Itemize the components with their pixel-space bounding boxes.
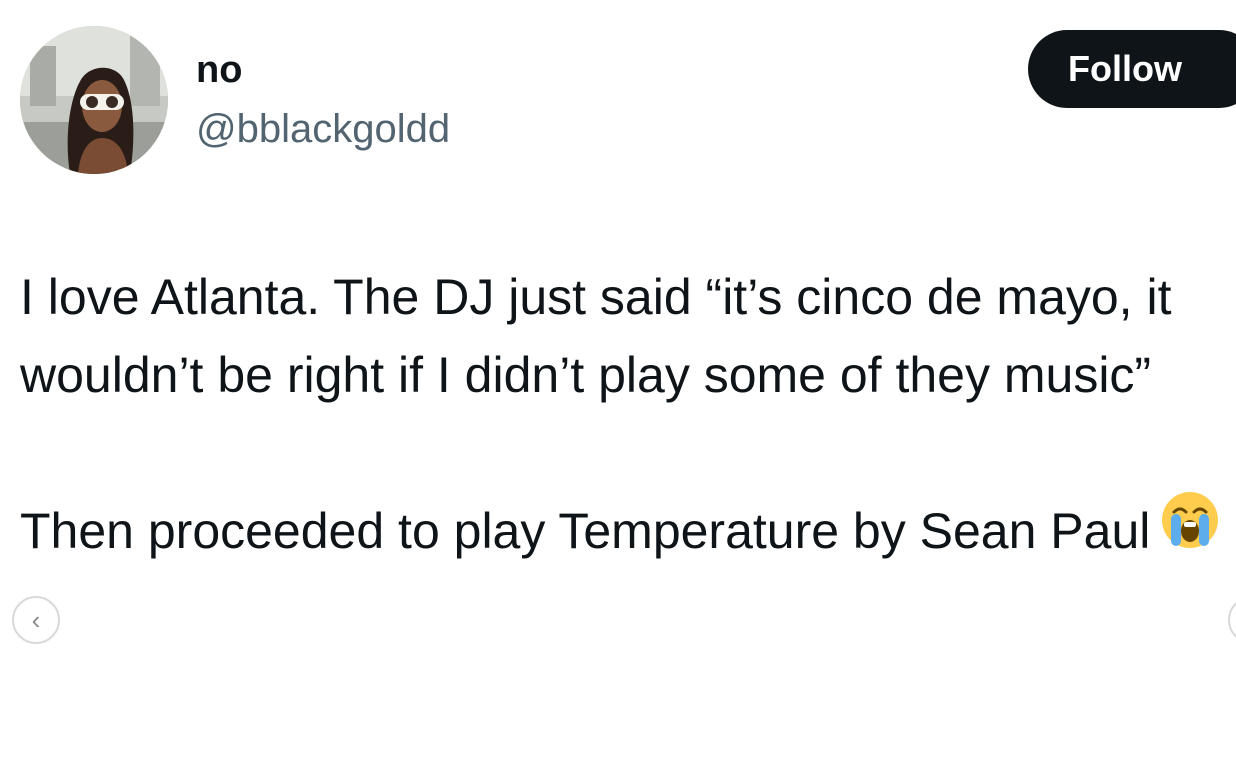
avatar[interactable]: [20, 26, 168, 174]
carousel-prev-button[interactable]: ‹: [12, 596, 60, 644]
tweet-paragraph-1: I love Atlanta. The DJ just said “it’s c…: [20, 269, 1172, 403]
tweet-paragraph-2-text: Then proceeded to play Temperature by Se…: [20, 503, 1151, 559]
carousel-next-button[interactable]: ›: [1228, 596, 1236, 644]
loudly-crying-face-icon: [1160, 490, 1220, 572]
chevron-left-icon: ‹: [31, 605, 41, 635]
tweet-text: I love Atlanta. The DJ just said “it’s c…: [20, 258, 1234, 576]
author-handle[interactable]: @bblackgoldd: [196, 104, 450, 154]
tweet-card: no @bblackgoldd Follow I love Atlanta. T…: [0, 0, 1236, 766]
tweet-paragraph-2: Then proceeded to play Temperature by Se…: [20, 490, 1234, 576]
author-display-name[interactable]: no: [196, 46, 242, 94]
follow-button[interactable]: Follow: [1028, 30, 1236, 108]
avatar-photo: [20, 26, 168, 174]
